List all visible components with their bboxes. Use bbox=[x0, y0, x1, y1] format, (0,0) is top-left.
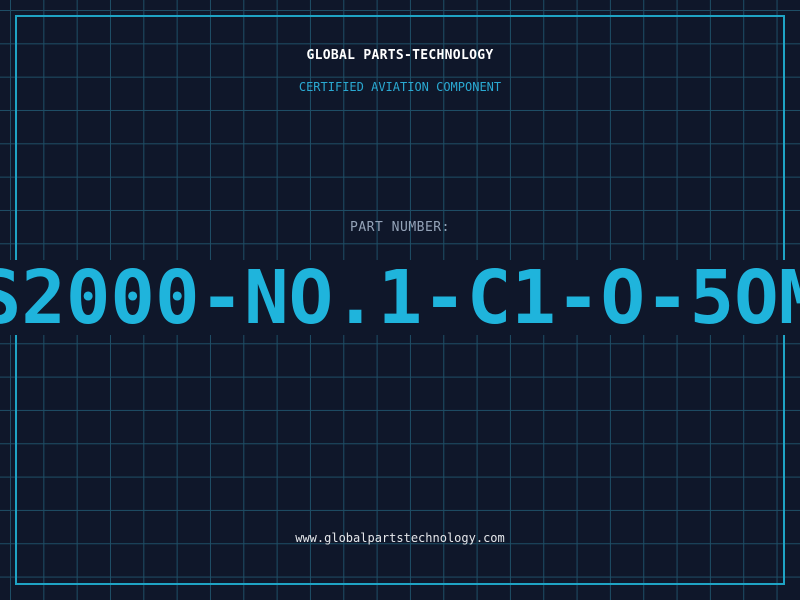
website-url[interactable]: www.globalpartstechnology.com bbox=[0, 531, 800, 545]
part-number-band: S2000-NO.1-C1-O-5OM bbox=[0, 260, 800, 335]
part-label-card: GLOBAL PARTS-TECHNOLOGY CERTIFIED AVIATI… bbox=[0, 0, 800, 600]
part-number-value: S2000-NO.1-C1-O-5OM bbox=[0, 260, 800, 335]
part-number-label: PART NUMBER: bbox=[350, 220, 450, 235]
brand-title: GLOBAL PARTS-TECHNOLOGY bbox=[306, 48, 494, 63]
certification-subtitle: CERTIFIED AVIATION COMPONENT bbox=[298, 80, 502, 94]
